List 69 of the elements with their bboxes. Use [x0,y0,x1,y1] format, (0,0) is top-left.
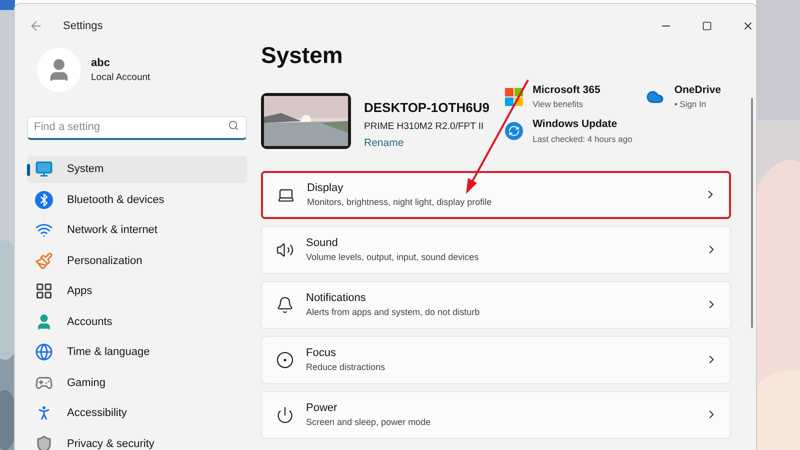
service-subtitle: Last checked: 4 hours ago [532,132,632,146]
brush-icon [35,252,53,270]
sidebar-item[interactable]: Gaming [27,369,247,396]
card-subtitle: Reduce distractions [306,361,386,374]
service-subtitle: View benefits [532,98,584,111]
sidebar-label: Bluetooth & devices [67,192,164,208]
apps-icon [35,282,53,300]
card-title: Display [307,180,344,196]
card-title: Focus [306,346,337,360]
card-subtitle: Screen and sleep, power mode [306,416,431,429]
sidebar-item[interactable]: Personalization [27,247,247,274]
search-icon[interactable] [228,120,239,131]
account-name: abc [91,56,111,71]
service-subtitle: • Sign In [674,98,708,111]
sidebar-item[interactable]: Bluetooth & devices [27,186,247,214]
power-icon [276,406,294,424]
sidebar-label: Gaming [67,376,106,390]
sidebar-label: Time & language [67,345,150,360]
card-subtitle: Monitors, brightness, night light, display profile [307,196,492,209]
sidebar-item[interactable]: Accounts [27,308,247,336]
bluetooth-icon [35,190,53,209]
globe-icon [35,343,53,362]
scrollbar[interactable] [751,98,753,328]
sidebar-label: Accessibility [67,406,127,421]
wifi-icon [35,221,53,240]
sidebar-item[interactable]: Apps [27,278,247,305]
sidebar-label: Accounts [67,314,112,330]
person-icon [35,312,53,331]
settings-card[interactable]: Sound Volume levels, output, input, sound devices [261,226,731,274]
sidebar-label: Privacy & security [67,436,154,450]
card-title: Power [306,400,338,416]
sidebar-item[interactable]: System [27,156,247,183]
settings-card[interactable]: Power Screen and sleep, power mode [261,390,731,438]
sidebar-item[interactable]: Network & internet [27,216,247,244]
sync-icon [504,122,523,140]
sidebar-item[interactable]: Privacy & security [27,430,247,450]
card-title: Sound [306,236,339,250]
device-model: PRIME H310M2 R2.0/FPT II [364,120,485,134]
card-subtitle: Volume levels, output, input, sound devices [306,251,479,264]
settings-card[interactable]: Notifications Alerts from apps and system, do not disturb [261,280,731,328]
bell-icon [276,296,294,314]
shield-icon [35,434,53,450]
maximize-icon[interactable] [702,21,712,31]
close-icon[interactable] [742,20,754,32]
back-icon[interactable] [29,19,43,33]
monitor-icon [35,160,53,178]
account-type: Local Account [91,71,150,86]
sidebar-item[interactable]: Time & language [27,338,247,366]
page-title: System [261,41,344,70]
focus-icon [276,350,294,368]
card-subtitle: Alerts from apps and system, do not disturb [306,306,480,319]
settings-card[interactable]: Focus Reduce distractions [261,336,731,384]
sidebar-label: Apps [67,284,92,299]
sidebar-label: Personalization [67,254,142,268]
service-title[interactable]: Microsoft 365 [532,82,600,98]
sidebar-label: System [67,162,104,177]
service-title[interactable]: Windows Update [532,117,632,133]
device-name: DESKTOP-1OTH6U9 [364,98,490,116]
sidebar-item[interactable]: Accessibility [27,400,247,427]
search-field[interactable]: Find a setting [27,116,247,140]
rename-link[interactable]: Rename [364,136,490,152]
window-title: Settings [63,18,103,34]
sidebar-label: Network & internet [67,223,158,238]
settings-card[interactable]: Display Monitors, brightness, night light, display profile [261,170,731,218]
speaker-icon [276,240,294,258]
selection-indicator [27,164,30,176]
service-title[interactable]: OneDrive [674,82,721,98]
card-title: Notifications [306,290,367,306]
windows-logo-icon [504,88,523,106]
